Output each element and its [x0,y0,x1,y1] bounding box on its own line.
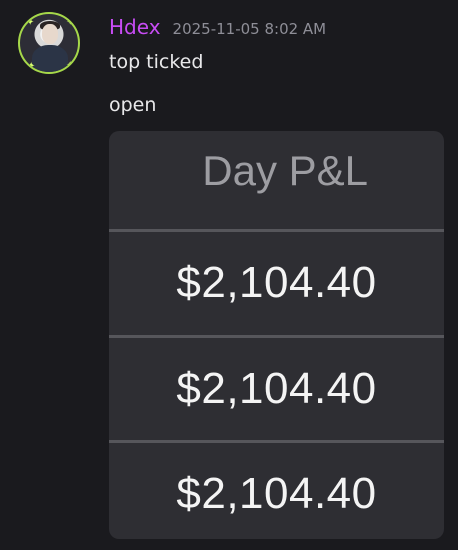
pnl-value-2: $2,104.40 [176,364,377,413]
divider [109,335,444,338]
embed-title: Day P&L [202,147,368,194]
chat-message: ✦ ✦ ✦ ✦ Hdex 2025-11-05 8:02 AM top tick… [0,0,458,550]
divider [109,440,444,443]
message-line-2: open [109,94,157,116]
pnl-value-1: $2,104.40 [176,258,377,307]
message-line-1: top ticked [109,51,204,73]
pnl-embed-image[interactable]: Day P&L $2,104.40 $2,104.40 $2,104.40 [109,131,444,539]
avatar-face [42,24,58,44]
username[interactable]: Hdex [109,15,161,39]
avatar-body [32,45,68,72]
user-avatar[interactable]: ✦ ✦ ✦ ✦ [18,12,80,74]
sparkle-icon: ✦ [27,61,36,72]
sparkle-icon: ✦ [26,17,35,28]
divider [109,229,444,232]
message-header: Hdex 2025-11-05 8:02 AM [109,15,326,39]
message-timestamp: 2025-11-05 8:02 AM [172,20,327,38]
sparkle-icon: ✦ [66,17,75,28]
pnl-value-3: $2,104.40 [176,469,377,518]
sparkle-icon: ✦ [66,60,75,71]
